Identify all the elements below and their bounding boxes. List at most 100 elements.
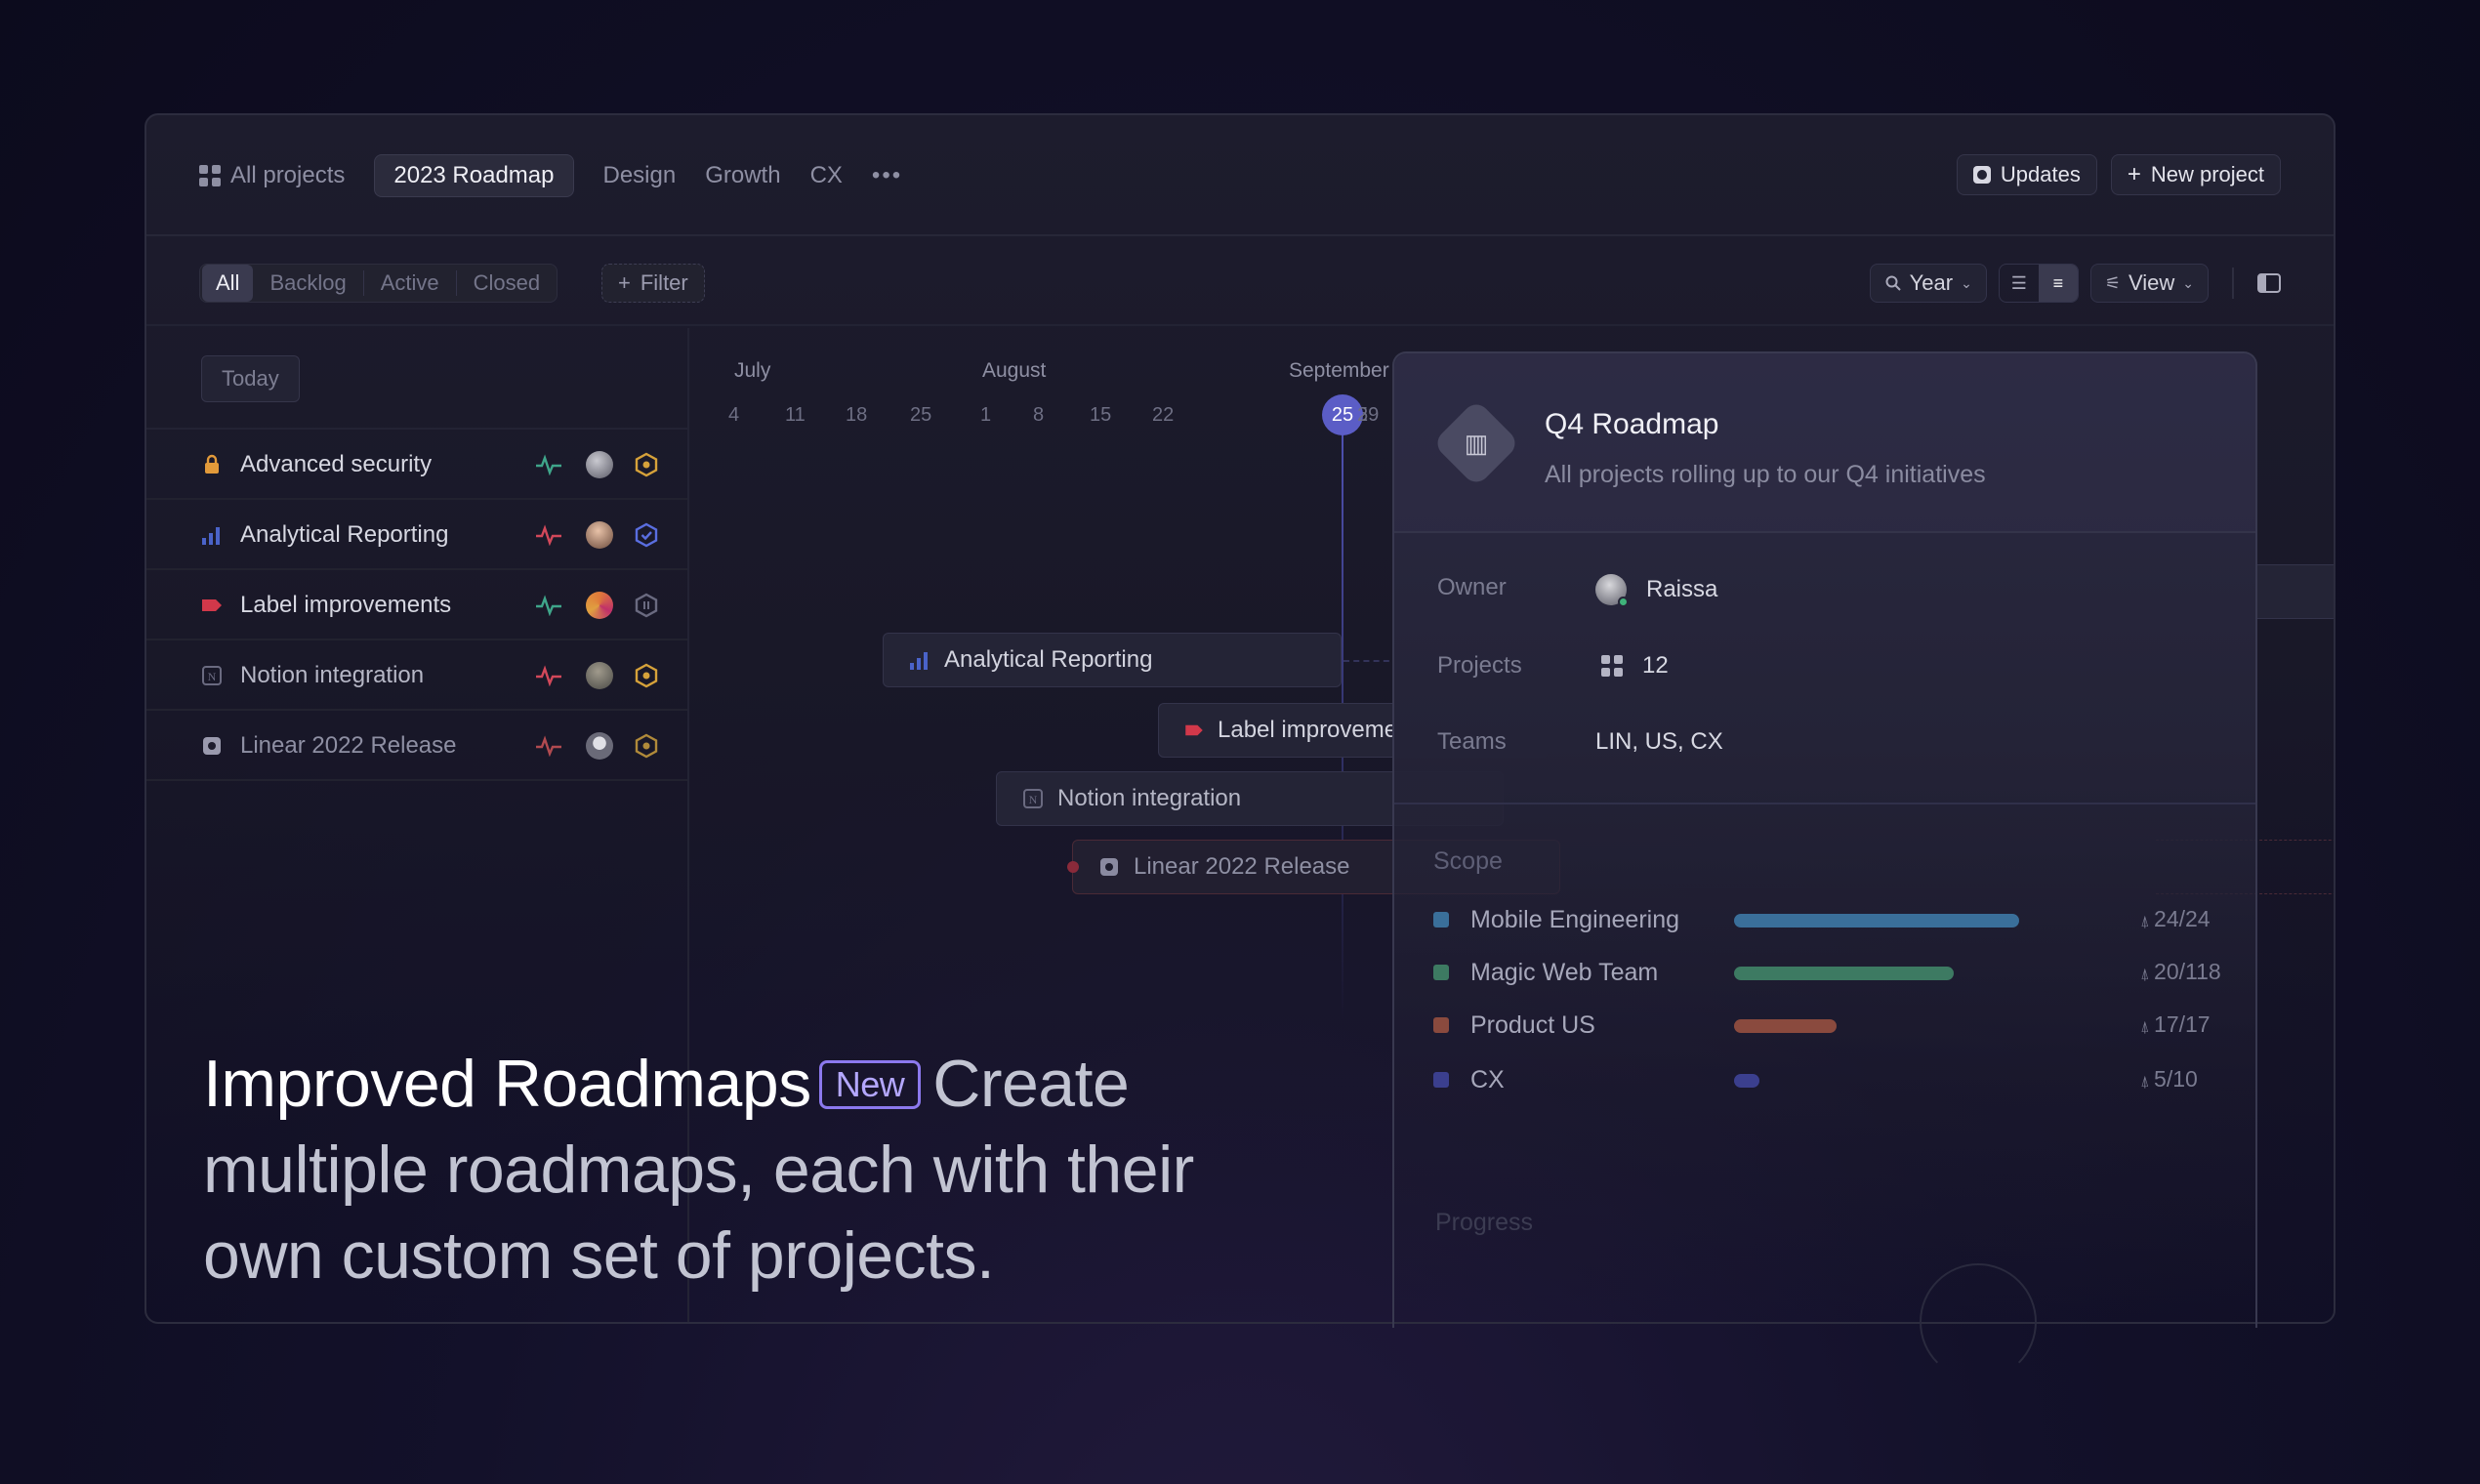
scope-count: ⍋ 24/24: [2140, 906, 2211, 932]
new-project-label: New project: [2150, 162, 2264, 186]
roadmap-detail-popover: ▥ Q4 Roadmap All projects rolling up to …: [1392, 351, 2257, 1381]
chevron-down-icon: ⌄: [1961, 274, 1972, 291]
teams-value[interactable]: LIN, US, CX: [1595, 728, 1723, 756]
notion-icon: N: [201, 665, 223, 686]
year-label: Year: [1909, 270, 1954, 295]
project-list-header: Today: [146, 328, 687, 430]
scope-count-value: 5/10: [2154, 1066, 2198, 1092]
search-icon: [1885, 275, 1901, 291]
priority-hex-icon: [635, 593, 658, 618]
view-controls: Year ⌄ ☰ ≡ ⚟ View ⌄: [1869, 264, 2281, 303]
scope-progress-bar: [1734, 967, 1954, 980]
avatar: [586, 662, 613, 689]
owner-label: Owner: [1437, 574, 1507, 600]
team-color-swatch: [1433, 1017, 1449, 1033]
segment-closed[interactable]: Closed: [457, 270, 557, 296]
team-name: Mobile Engineering: [1470, 906, 1680, 933]
avatar: [586, 451, 613, 478]
scope-count: ⍋ 17/17: [2140, 1011, 2211, 1038]
health-pulse-icon: [536, 454, 561, 475]
scope-icon: ⍋: [2140, 967, 2155, 983]
owner-value[interactable]: Raissa: [1595, 574, 1717, 607]
svg-text:N: N: [1029, 793, 1038, 806]
projects-value[interactable]: 12: [1595, 652, 1669, 680]
priority-hex-icon: [635, 663, 658, 688]
tab-2023-roadmap[interactable]: 2023 Roadmap: [374, 154, 574, 197]
day-label: 8: [1033, 404, 1045, 426]
project-name: Label improvements: [240, 592, 452, 618]
scope-progress-bar: [1734, 914, 2019, 928]
priority-hex-icon: [635, 733, 658, 759]
team-color-swatch: [1433, 912, 1449, 928]
teams-label: Teams: [1437, 728, 1507, 755]
chevron-down-icon: ⌄: [2182, 274, 2194, 291]
headline-title: Improved Roadmaps: [203, 1047, 811, 1121]
day-label: 11: [785, 404, 806, 426]
bar-label: Linear 2022 Release: [1134, 853, 1350, 880]
segment-backlog[interactable]: Backlog: [253, 270, 364, 296]
updates-button[interactable]: Updates: [1956, 154, 2097, 195]
day-label: 18: [846, 404, 868, 426]
day-label: 1: [980, 404, 992, 426]
scope-progress-bar: [1734, 1074, 1759, 1088]
team-name: Magic Web Team: [1470, 959, 1659, 986]
tag-icon: [1185, 724, 1203, 736]
timeline-view-icon[interactable]: ≡: [2038, 265, 2078, 302]
filter-label: Filter: [640, 270, 688, 295]
popover-subtitle: All projects rolling up to our Q4 initia…: [1545, 461, 1986, 488]
roadmap-icon: ▥: [1431, 398, 1521, 488]
tab-design[interactable]: Design: [590, 154, 690, 197]
health-pulse-icon: [536, 735, 561, 757]
scope-icon: ⍋: [2140, 1019, 2155, 1036]
updates-label: Updates: [2000, 162, 2081, 186]
tab-cx[interactable]: CX: [797, 154, 856, 197]
feature-headline: Improved Roadmaps New Create multiple road…: [203, 1041, 1297, 1298]
filter-bar: All Backlog Active Closed + Filter Year …: [146, 236, 2334, 326]
team-color-swatch: [1433, 1072, 1449, 1088]
popover-header: ▥ Q4 Roadmap All projects rolling up to …: [1394, 353, 2255, 533]
scope-count-value: 20/118: [2154, 959, 2221, 984]
project-row[interactable]: Label improvements: [146, 572, 687, 640]
view-dropdown[interactable]: ⚟ View ⌄: [2089, 264, 2209, 303]
project-row[interactable]: N Notion integration: [146, 642, 687, 711]
team-name: CX: [1470, 1066, 1505, 1093]
plus-icon: +: [618, 270, 631, 295]
health-pulse-icon: [536, 595, 561, 616]
segment-active[interactable]: Active: [364, 270, 457, 296]
new-project-button[interactable]: + New project: [2110, 154, 2281, 195]
list-view-icon[interactable]: ☰: [2000, 265, 2039, 302]
project-row[interactable]: Advanced security: [146, 432, 687, 500]
layout-toggle: ☰ ≡: [1998, 264, 2079, 303]
today-button[interactable]: Today: [201, 355, 300, 402]
scope-row: Product US ⍋ 17/17: [1433, 1008, 2255, 1047]
health-pulse-icon: [536, 524, 561, 546]
project-row[interactable]: Linear 2022 Release: [146, 713, 687, 781]
day-label: 22: [1152, 404, 1175, 426]
sidebar-toggle-icon[interactable]: [2257, 273, 2281, 293]
segment-all[interactable]: All: [202, 265, 254, 302]
day-label: 29: [1357, 404, 1380, 426]
sliders-icon: ⚟: [2104, 272, 2121, 293]
project-name: Advanced security: [240, 451, 433, 477]
month-label: September: [1289, 359, 1389, 382]
nav-all-projects-label: All projects: [230, 162, 346, 188]
month-label: July: [734, 359, 771, 382]
new-badge: New: [818, 1060, 922, 1109]
team-name: Product US: [1470, 1011, 1595, 1039]
project-row[interactable]: Analytical Reporting: [146, 502, 687, 570]
nav-all-projects[interactable]: All projects: [199, 154, 358, 197]
more-tabs-button[interactable]: •••: [858, 158, 916, 193]
view-label: View: [2128, 270, 2175, 295]
day-label: 25: [910, 404, 932, 426]
progress-heading: Progress: [1435, 1209, 1534, 1236]
filter-button[interactable]: + Filter: [601, 264, 705, 303]
overdue-dot-icon: [1067, 861, 1079, 873]
avatar: [1595, 574, 1629, 607]
grid-icon: [199, 165, 221, 186]
notion-icon: N: [1023, 789, 1043, 808]
popover-title: Q4 Roadmap: [1545, 408, 1719, 440]
timeline-bar[interactable]: Analytical Reporting: [883, 633, 1342, 687]
year-dropdown[interactable]: Year ⌄: [1869, 264, 1987, 303]
top-bar: All projects 2023 Roadmap Design Growth …: [146, 115, 2334, 236]
tab-growth[interactable]: Growth: [691, 154, 794, 197]
